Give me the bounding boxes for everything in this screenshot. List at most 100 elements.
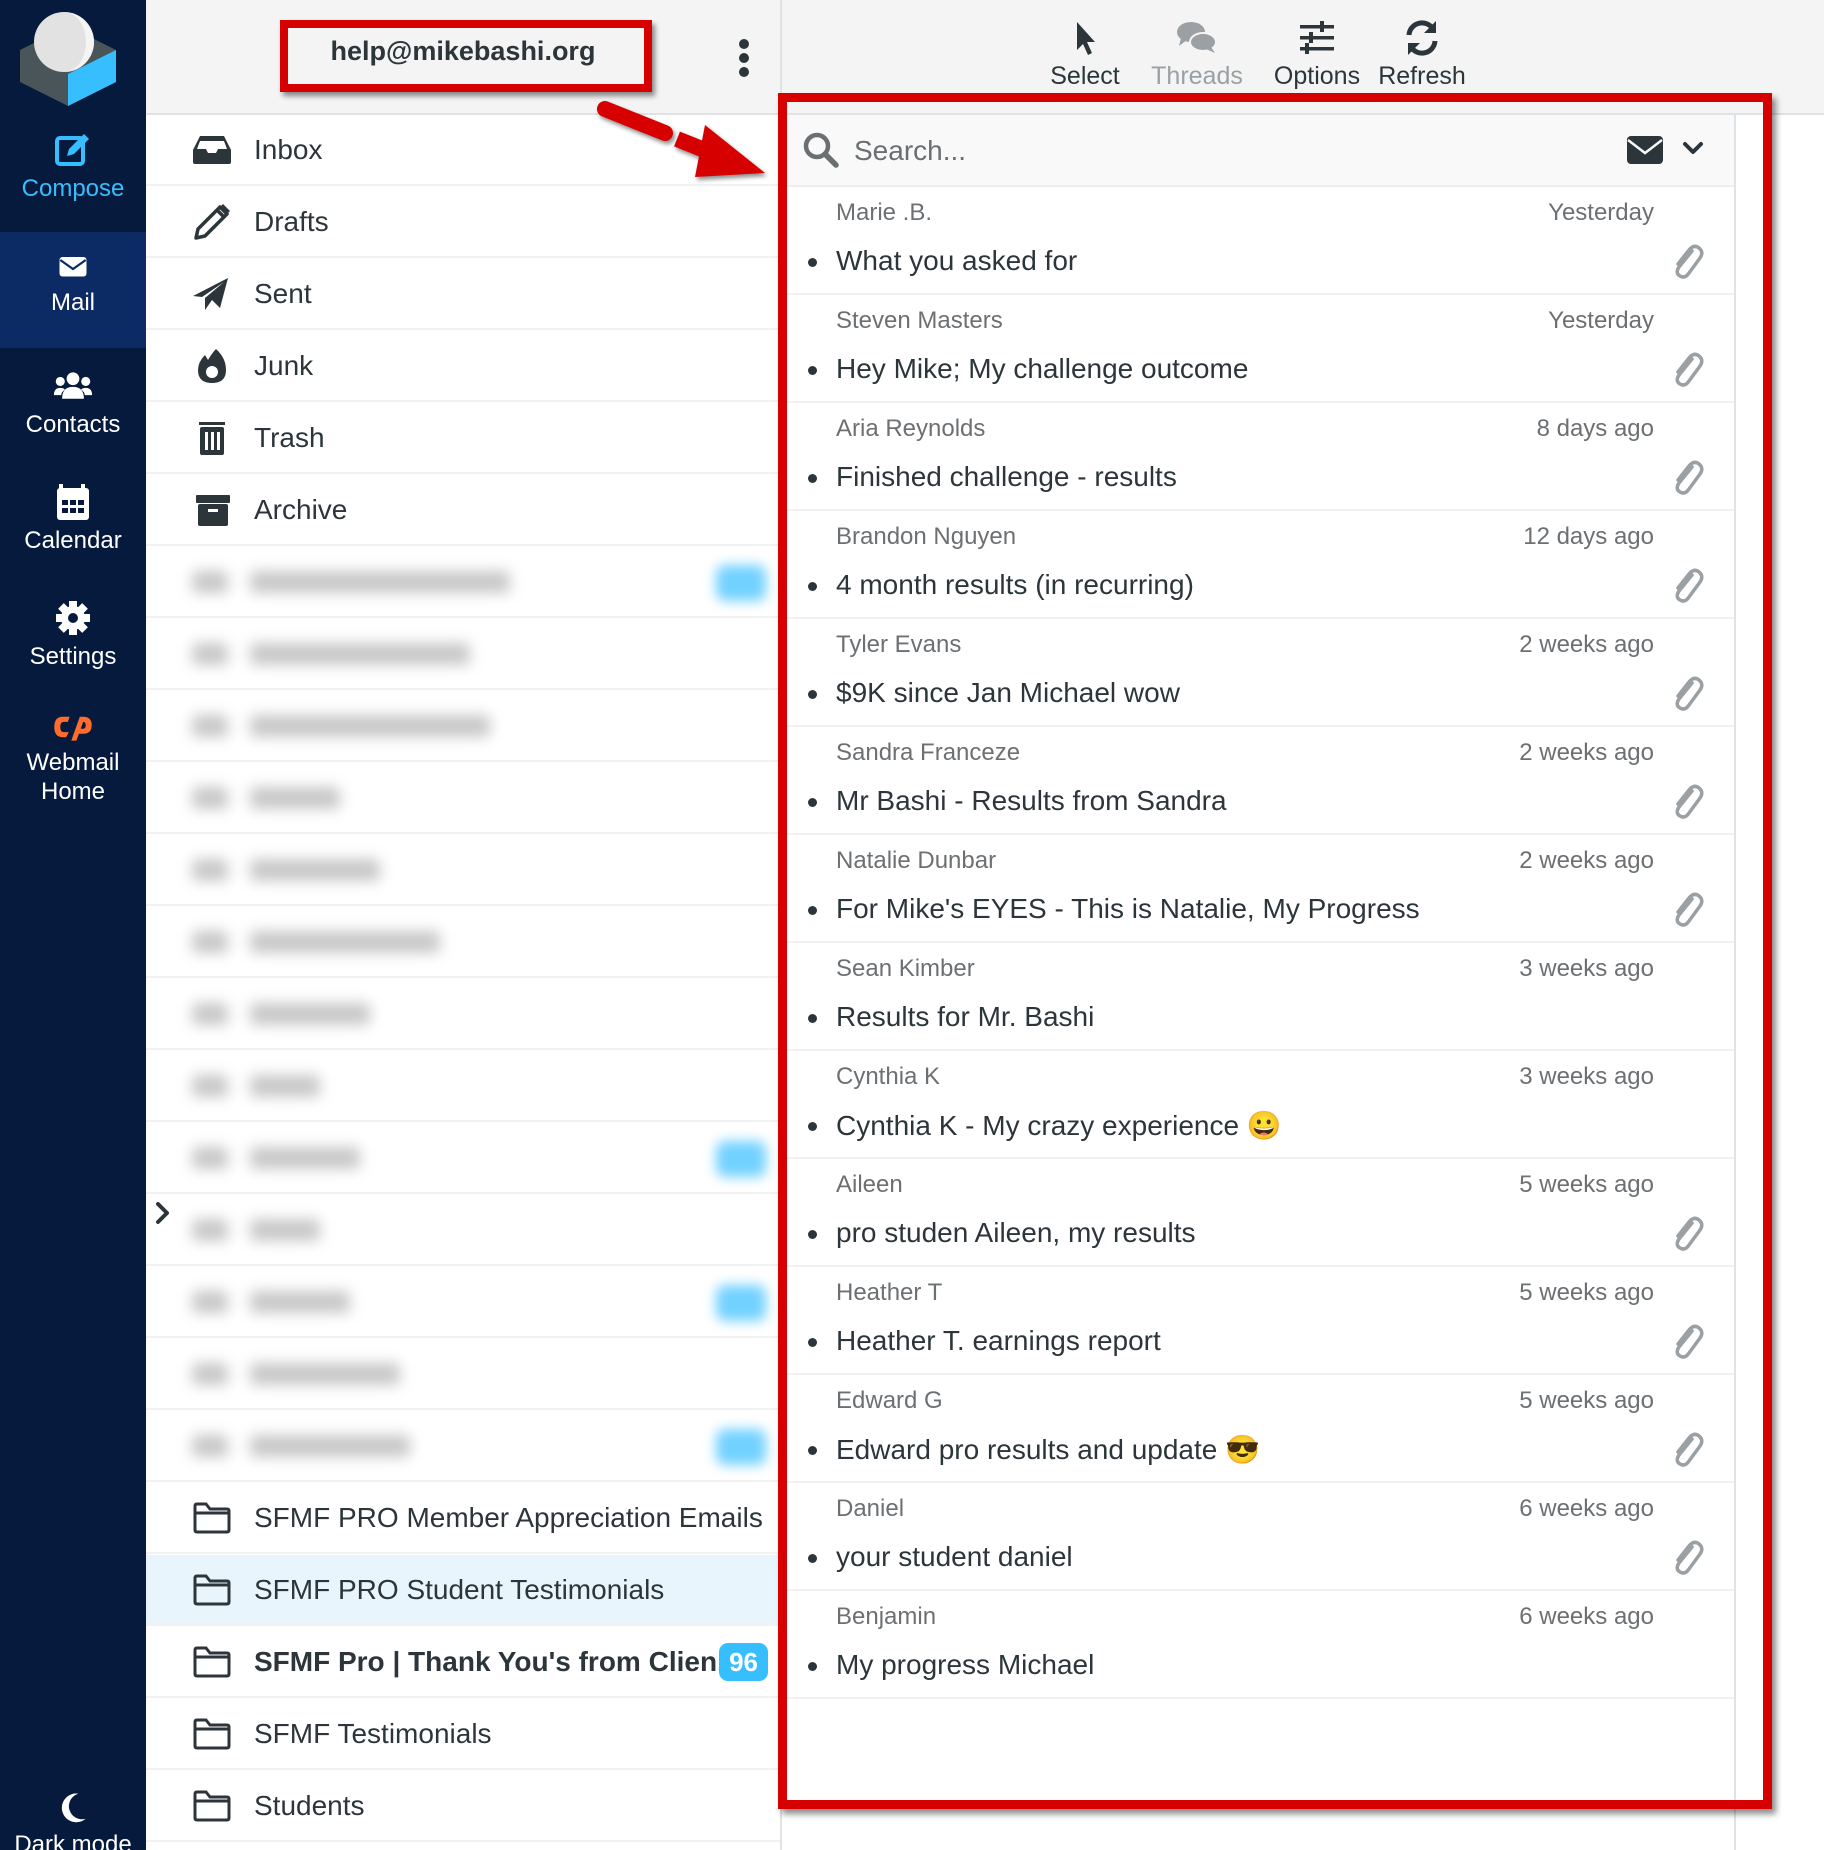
sliders-icon	[1300, 21, 1334, 54]
cursor-icon	[1077, 22, 1095, 55]
unread-count-badge: 96	[719, 1643, 768, 1681]
threads-label: Threads	[1151, 62, 1243, 90]
nav-settings[interactable]: Settings	[0, 598, 146, 698]
options-button[interactable]: Options	[1262, 18, 1372, 91]
redacted-content	[192, 714, 490, 737]
folder-redacted[interactable]	[146, 619, 780, 690]
nav-contacts-label: Contacts	[25, 411, 121, 438]
folder-label: SFMF Testimonials	[254, 1717, 492, 1749]
folder-redacted[interactable]	[146, 691, 780, 762]
trash-icon	[199, 421, 225, 455]
folder-item[interactable]: Students	[146, 1771, 780, 1842]
unread-badge	[716, 1285, 766, 1321]
redacted-content	[192, 570, 510, 593]
nav-settings-label: Settings	[29, 643, 117, 670]
redacted-content	[192, 930, 440, 953]
chevron-right-icon[interactable]	[154, 1200, 172, 1226]
nav-calendar[interactable]: Calendar	[0, 482, 146, 582]
folder-redacted[interactable]	[146, 835, 780, 906]
redacted-content	[192, 1146, 360, 1169]
folder-sent[interactable]: Sent	[146, 259, 780, 330]
annotation-arrow-icon	[597, 101, 765, 177]
roundcube-logo-icon	[20, 12, 116, 106]
comments-icon	[1177, 22, 1217, 53]
folder-label: Junk	[254, 349, 314, 381]
paper-plane-icon	[193, 277, 228, 310]
folder-label: SFMF Pro | Thank You's from Clien...	[254, 1645, 741, 1677]
folder-redacted[interactable]	[146, 1339, 780, 1410]
folder-redacted[interactable]	[146, 1411, 780, 1482]
folder-label: Archive	[254, 493, 348, 525]
nav-calendar-label: Calendar	[24, 527, 122, 554]
folder-redacted[interactable]	[146, 1051, 780, 1122]
gear-icon	[56, 601, 90, 635]
refresh-icon	[1406, 20, 1438, 56]
folder-label: Inbox	[254, 133, 323, 165]
folder-trash[interactable]: Trash	[146, 403, 780, 474]
contacts-icon	[53, 372, 93, 399]
folder-icon	[193, 1718, 231, 1749]
folder-junk[interactable]: Junk	[146, 331, 780, 402]
redacted-content	[192, 1434, 410, 1457]
folder-item[interactable]: SFMF Pro | Thank You's from Clien... 96	[146, 1627, 780, 1698]
folder-label: SFMF PRO Member Appreciation Emails	[254, 1501, 763, 1533]
fire-icon	[198, 348, 226, 383]
dark-mode-toggle[interactable]: Dark mode	[0, 1790, 146, 1850]
nav-webmail-label-line2: Home	[40, 778, 106, 805]
unread-badge	[716, 1141, 766, 1177]
redacted-content	[192, 786, 340, 809]
folder-redacted[interactable]	[146, 907, 780, 978]
pencil-icon	[194, 203, 230, 240]
compose-icon	[55, 134, 89, 166]
archive-icon	[196, 494, 230, 526]
folder-label: Students	[254, 1789, 365, 1821]
cpanel-logo-icon	[54, 716, 92, 741]
unread-badge	[716, 565, 766, 601]
folder-label: Drafts	[254, 205, 329, 237]
folder-icon	[193, 1646, 231, 1677]
folder-icon	[193, 1574, 231, 1605]
redacted-content	[192, 858, 380, 881]
redacted-content	[192, 1362, 400, 1385]
mail-icon	[59, 257, 87, 277]
app-navigation: Compose Mail Contacts Calendar Settings …	[0, 0, 146, 1850]
nav-contacts[interactable]: Contacts	[0, 366, 146, 466]
folder-drafts[interactable]: Drafts	[146, 187, 780, 258]
folder-redacted[interactable]	[146, 1195, 780, 1266]
inbox-icon	[193, 135, 231, 164]
folder-redacted[interactable]	[146, 979, 780, 1050]
redacted-content	[192, 1002, 370, 1025]
nav-mail-label: Mail	[50, 289, 95, 316]
folder-item-selected[interactable]: SFMF PRO Student Testimonials	[146, 1555, 780, 1626]
options-label: Options	[1273, 62, 1361, 90]
refresh-button[interactable]: Refresh	[1372, 18, 1472, 91]
annotation-highlight-account	[280, 20, 652, 92]
unread-badge	[716, 1429, 766, 1465]
calendar-icon	[57, 484, 89, 520]
select-button[interactable]: Select	[1045, 18, 1125, 91]
folder-label: Trash	[254, 421, 325, 453]
nav-webmail-home[interactable]: Webmail Home	[0, 710, 146, 820]
redacted-content	[192, 1290, 350, 1313]
folder-pane: help@mikebashi.org Inbox Drafts Sent Jun…	[146, 0, 782, 1850]
nav-mail[interactable]: Mail	[0, 232, 146, 348]
folder-redacted[interactable]	[146, 763, 780, 834]
redacted-content	[192, 1218, 320, 1241]
folder-item[interactable]: SFMF Testimonials	[146, 1699, 780, 1770]
folder-archive[interactable]: Archive	[146, 475, 780, 546]
redacted-content	[192, 1074, 320, 1097]
folder-redacted[interactable]	[146, 1123, 780, 1194]
annotation-highlight-message-list	[778, 93, 1772, 1809]
folder-label: Sent	[254, 277, 312, 309]
folder-icon	[193, 1790, 231, 1821]
nav-compose-label: Compose	[21, 175, 125, 202]
folder-redacted[interactable]	[146, 1267, 780, 1338]
nav-compose[interactable]: Compose	[0, 130, 146, 230]
dark-mode-label: Dark mode	[14, 1831, 132, 1850]
threads-button[interactable]: Threads	[1142, 18, 1252, 91]
more-options-icon[interactable]	[734, 38, 754, 78]
select-label: Select	[1050, 62, 1120, 90]
redacted-content	[192, 642, 470, 665]
folder-item[interactable]: SFMF PRO Member Appreciation Emails	[146, 1483, 780, 1554]
folder-redacted[interactable]	[146, 547, 780, 618]
